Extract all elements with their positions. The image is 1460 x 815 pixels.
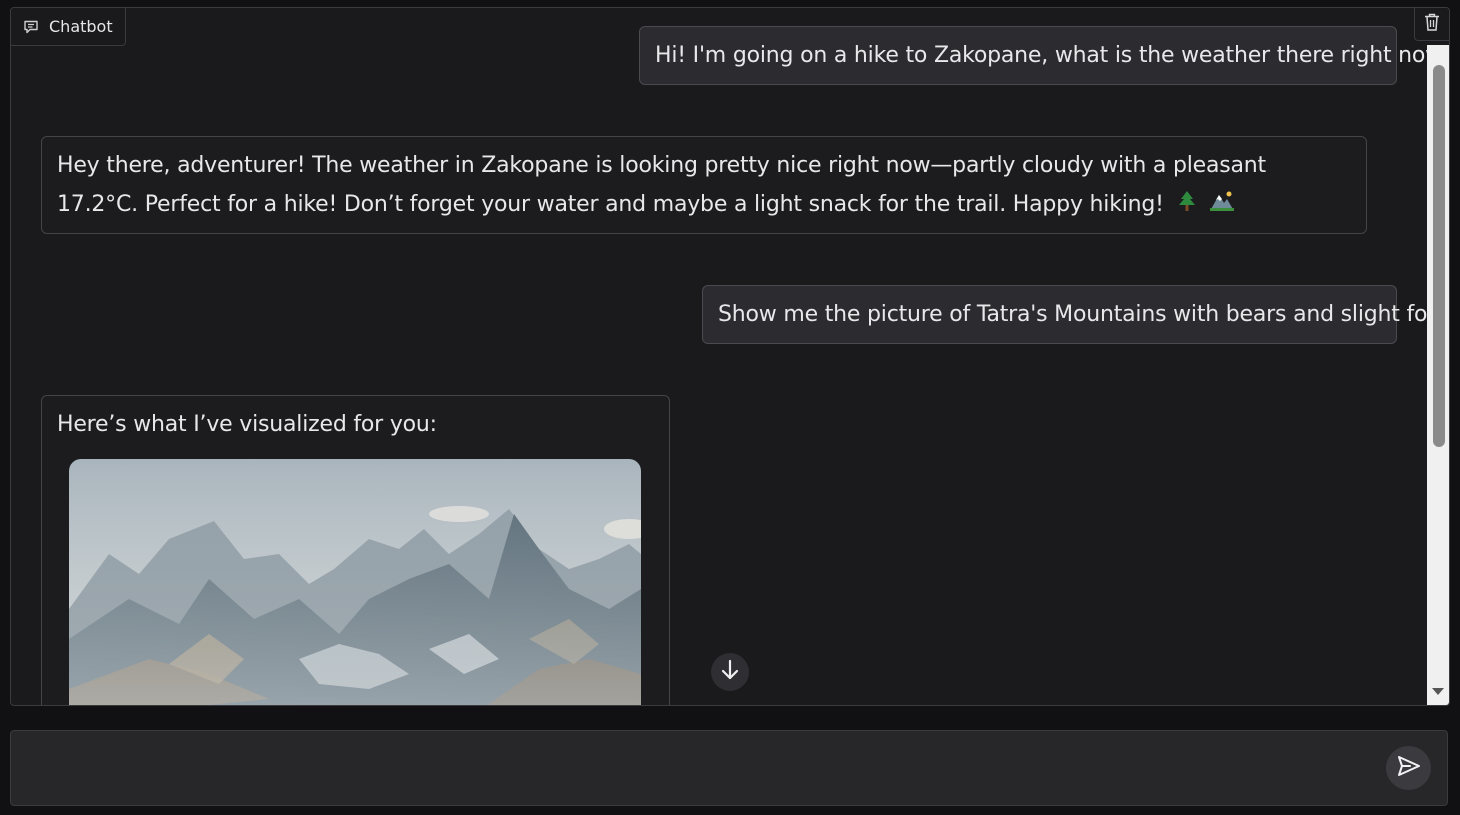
clear-chat-button[interactable] xyxy=(1414,8,1449,41)
chat-bubble-icon xyxy=(23,19,39,35)
message-text: Hi! I'm going on a hike to Zakopane, wha… xyxy=(655,43,1450,68)
message-text: Hey there, adventurer! The weather in Za… xyxy=(57,153,1266,217)
arrow-down-icon xyxy=(721,659,739,685)
scrollbar-down-arrow-icon[interactable] xyxy=(1432,688,1444,695)
user-message: Show me the picture of Tatra's Mountains… xyxy=(702,285,1441,344)
mountain-landscape-image[interactable] xyxy=(69,459,641,705)
mountain-icon xyxy=(1209,186,1235,225)
message-input-box xyxy=(10,730,1448,806)
chatbot-panel: Chatbot Hi! I'm going on a hike to Zakop… xyxy=(10,7,1450,706)
chatbot-label-text: Chatbot xyxy=(49,17,113,36)
scroll-to-bottom-button[interactable] xyxy=(711,653,749,691)
assistant-message: Hey there, adventurer! The weather in Za… xyxy=(41,136,1367,234)
user-message: Hi! I'm going on a hike to Zakopane, wha… xyxy=(639,26,1449,85)
chatbot-label: Chatbot xyxy=(11,8,126,46)
vertical-scrollbar[interactable] xyxy=(1427,45,1449,705)
assistant-message: Here’s what I’ve visualized for you: xyxy=(41,395,670,705)
scrollbar-thumb[interactable] xyxy=(1433,65,1445,447)
trash-icon xyxy=(1424,13,1440,35)
message-input[interactable] xyxy=(23,743,1377,797)
send-button[interactable] xyxy=(1386,746,1431,790)
send-icon xyxy=(1397,755,1421,781)
message-text: Show me the picture of Tatra's Mountains… xyxy=(718,302,1442,327)
message-text: Here’s what I’ve visualized for you: xyxy=(57,412,437,437)
evergreen-tree-icon xyxy=(1177,186,1197,225)
